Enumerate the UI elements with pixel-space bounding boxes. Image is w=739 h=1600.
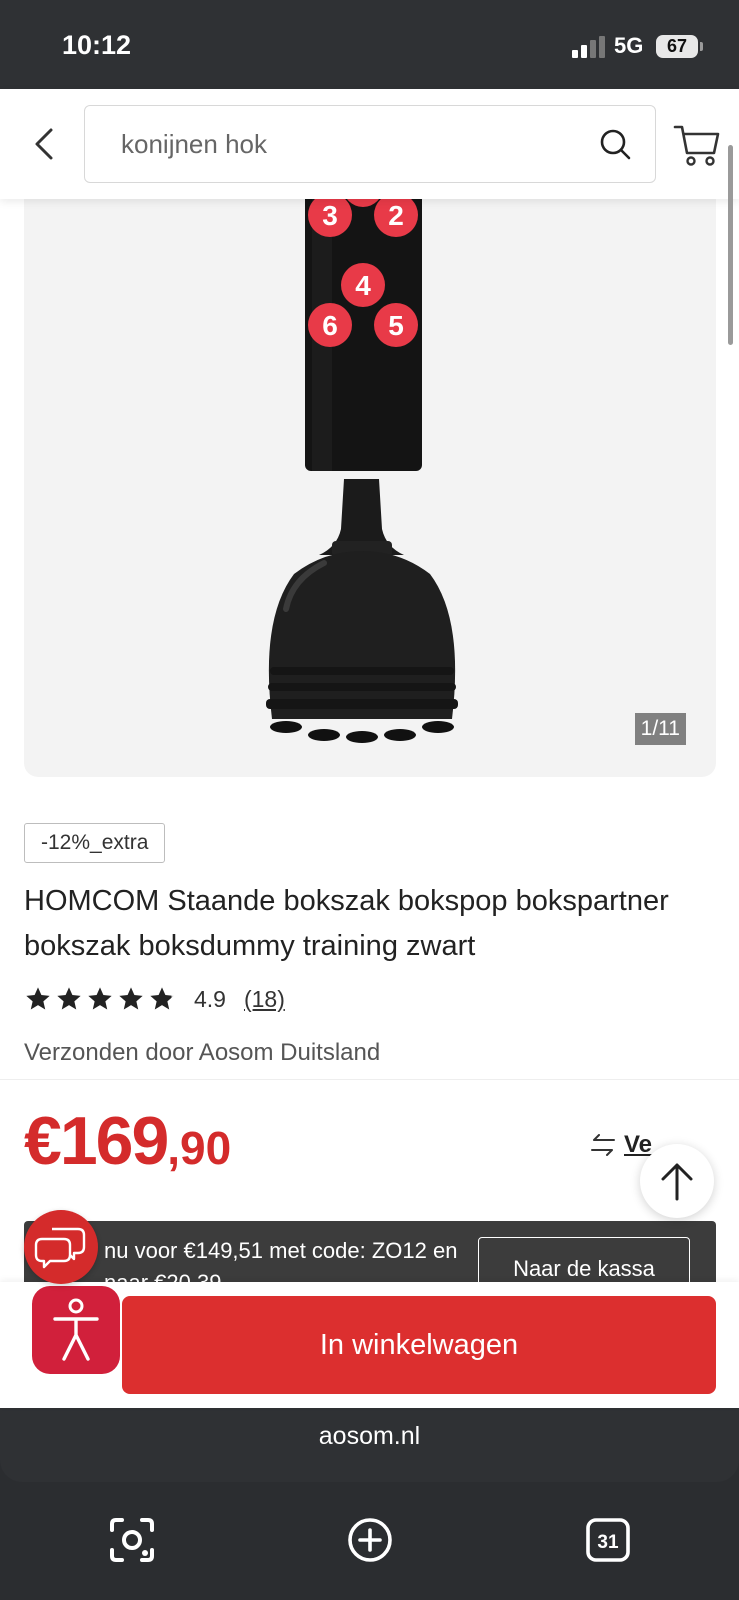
star-icon (148, 985, 176, 1013)
punch-target-number: 6 (322, 310, 338, 341)
star-icon (117, 985, 145, 1013)
rating[interactable]: 4.9 (18) (24, 982, 285, 1016)
accessibility-button[interactable] (32, 1286, 120, 1374)
header (0, 89, 739, 199)
screen: 10:12 5G 67 konijnen hok 3 2 4 6 5 1/11 … (0, 0, 739, 1600)
search-bar[interactable] (84, 105, 656, 183)
battery-icon: 67 (656, 35, 703, 58)
promo-text: nu voor €149,51 met code: ZO12 en naar €… (104, 1235, 494, 1283)
tabs-count: 31 (597, 1532, 619, 1553)
seller-info: Verzonden door Aosom Duitsland (24, 1039, 381, 1066)
product-image-gallery[interactable]: 3 2 46 5 1/11 (24, 199, 716, 777)
search-input[interactable] (121, 126, 581, 162)
browser-url-bar[interactable]: aosom.nl (0, 1408, 739, 1482)
status-time: 10:12 (62, 30, 132, 60)
punch-targets: 3 2 46 5 (308, 199, 418, 347)
network-label: 5G (614, 33, 644, 58)
star-icon (55, 985, 83, 1013)
action-bar: In winkelwagen (0, 1282, 739, 1408)
price-cents: ,90 (167, 1122, 232, 1174)
camera-search-icon (110, 1518, 154, 1562)
product-page: 3 2 46 5 1/11 -12%_extra HOMCOM Staande bok… (0, 199, 739, 1283)
tabs-button[interactable]: 31 (580, 1512, 636, 1568)
chevron-left-icon (35, 128, 53, 160)
compare-link[interactable]: Ve (590, 1131, 652, 1159)
plus-circle-icon (348, 1518, 392, 1562)
signal-icon (572, 36, 605, 58)
browser-toolbar: 31 (0, 1482, 739, 1600)
compare-icon (591, 1134, 615, 1156)
search-icon[interactable] (597, 126, 633, 162)
back-button[interactable] (22, 119, 66, 169)
promo-text-line: nu voor €149,51 met code: ZO12 en (104, 1238, 458, 1263)
punch-target-number: 2 (388, 200, 404, 231)
divider (0, 1079, 739, 1080)
price-main: €169 (24, 1103, 169, 1179)
scrollbar[interactable] (728, 145, 733, 345)
punch-target-number: 5 (388, 310, 404, 341)
punch-target-number: 3 (322, 200, 338, 231)
checkout-button[interactable]: Naar de kassa (478, 1237, 690, 1283)
star-icon (24, 985, 52, 1013)
new-tab-button[interactable] (342, 1512, 398, 1568)
price: €169,90 (24, 1102, 231, 1180)
chat-icon (34, 1227, 86, 1269)
add-to-cart-button[interactable]: In winkelwagen (122, 1296, 716, 1394)
rating-stars (24, 985, 176, 1013)
promo-banner: nu voor €149,51 met code: ZO12 en naar €… (24, 1221, 716, 1283)
accessibility-icon (53, 1298, 99, 1361)
rating-value: 4.9 (194, 985, 226, 1012)
tabs-icon: 31 (586, 1518, 630, 1562)
product-title: HOMCOM Staande bokszak bokspop bokspartn… (24, 885, 669, 962)
lens-button[interactable] (104, 1512, 160, 1568)
scroll-to-top-button[interactable] (640, 1144, 714, 1218)
review-count-link[interactable]: (18) (244, 986, 285, 1013)
chat-button[interactable] (24, 1210, 98, 1284)
image-counter: 1/11 (634, 713, 686, 745)
arrow-up-icon (661, 1163, 693, 1201)
compare-label: Ve (624, 1131, 653, 1158)
punch-target-number: 4 (355, 270, 371, 301)
star-icon (86, 985, 114, 1013)
status-bar: 10:12 5G 67 (0, 0, 739, 89)
cart-icon[interactable] (672, 119, 722, 169)
discount-tag: -12%_extra (24, 823, 166, 863)
promo-text-line-2: naar €20,39 (104, 1270, 222, 1283)
